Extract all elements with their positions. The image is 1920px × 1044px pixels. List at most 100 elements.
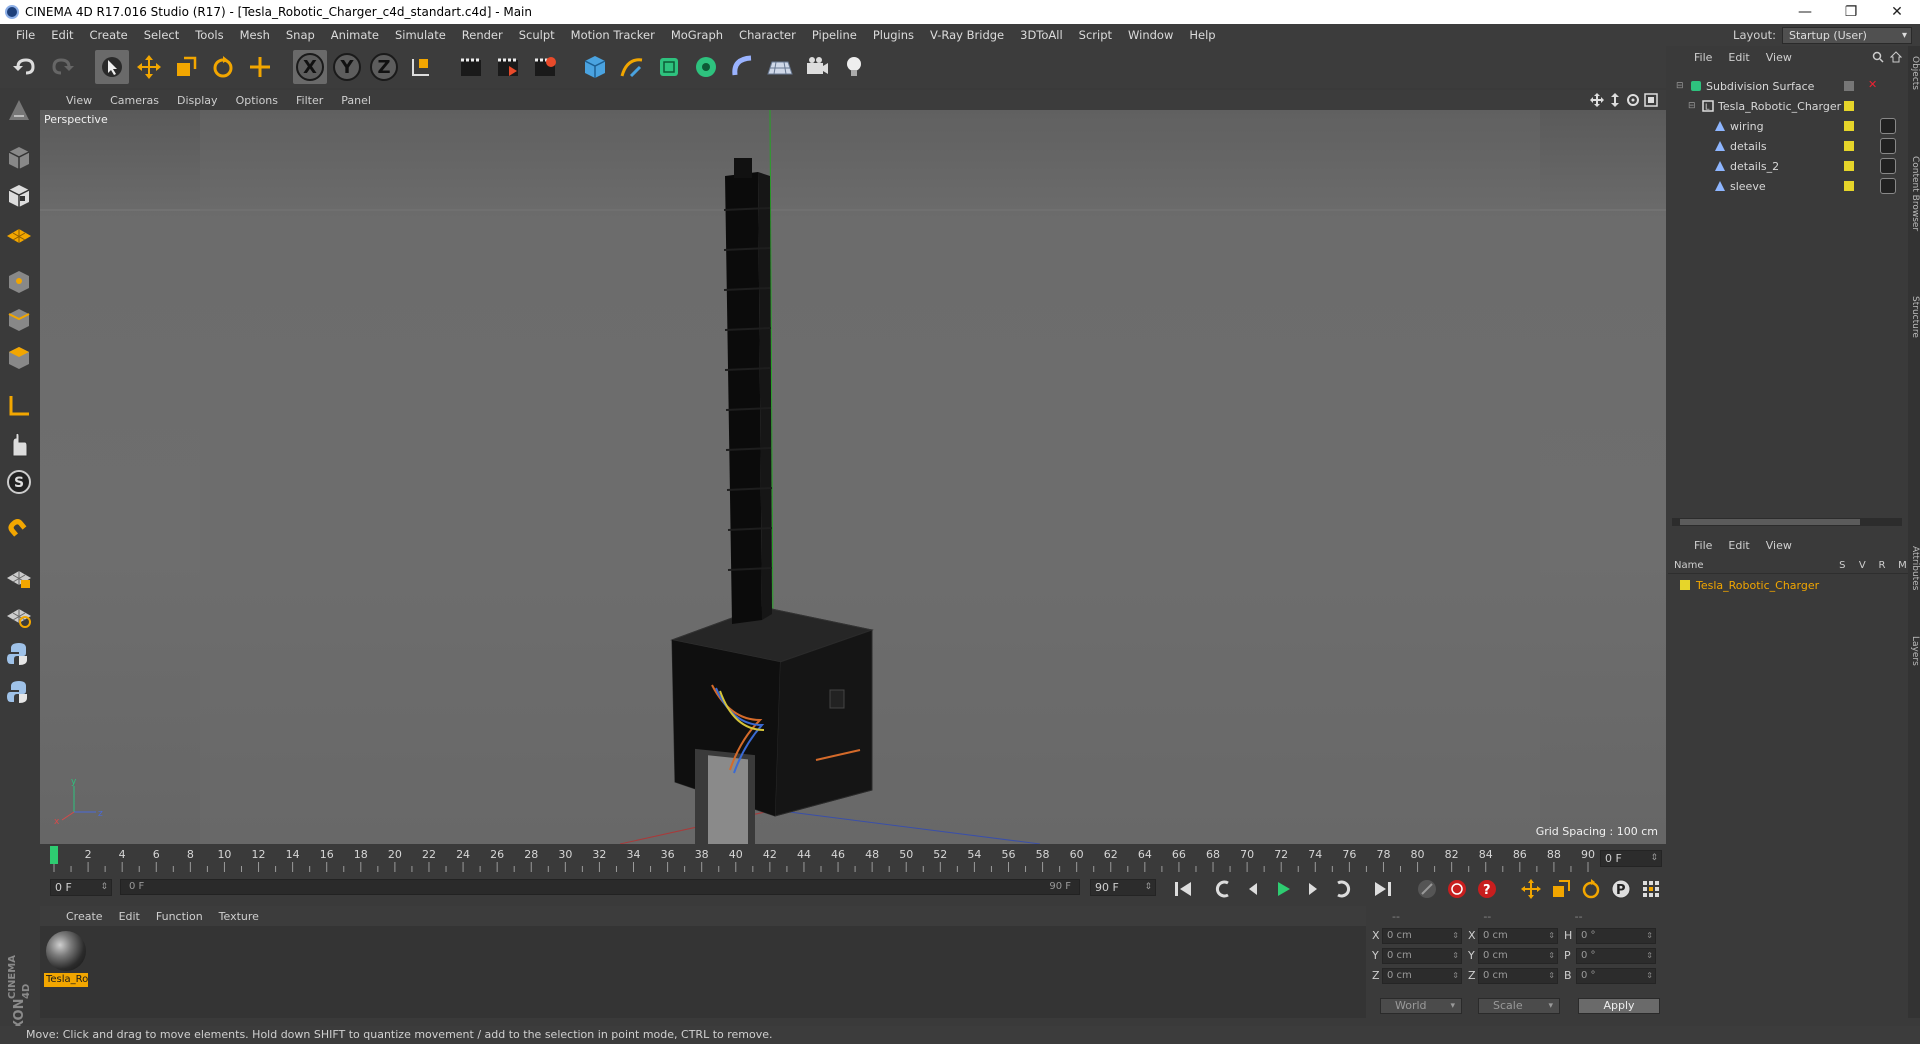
viewport-menu-cameras[interactable]: Cameras (110, 94, 169, 107)
material-menu-texture[interactable]: Texture (219, 910, 259, 923)
rotate-tool-icon[interactable] (206, 50, 240, 84)
restore-button[interactable]: ❐ (1828, 0, 1874, 24)
material-tag-icon[interactable] (1880, 178, 1896, 194)
menu-script[interactable]: Script (1071, 28, 1120, 42)
x-axis-lock-icon[interactable]: X (293, 50, 327, 84)
menu-mesh[interactable]: Mesh (232, 28, 278, 42)
collapse-icon[interactable]: ⊟ (1676, 81, 1686, 91)
tab-content-browser[interactable]: Content Browser (1908, 156, 1920, 231)
playhead-marker[interactable] (50, 846, 58, 864)
menu-plugins[interactable]: Plugins (865, 28, 922, 42)
tab-attributes[interactable]: Attributes (1908, 546, 1920, 590)
search-icon[interactable] (1872, 51, 1884, 63)
cube-object-icon[interactable] (578, 50, 612, 84)
light-icon[interactable] (837, 50, 871, 84)
menu-simulate[interactable]: Simulate (387, 28, 454, 42)
menu-create[interactable]: Create (82, 28, 136, 42)
render-view-icon[interactable] (454, 50, 488, 84)
points-mode-icon[interactable] (3, 266, 35, 298)
material-menu-function[interactable]: Function (156, 910, 203, 923)
layer-color-swatch[interactable] (1680, 580, 1690, 590)
key-parameter-icon[interactable]: P (1608, 876, 1634, 902)
move-tool-icon[interactable] (132, 50, 166, 84)
viewport-menu-panel[interactable]: Panel (341, 94, 381, 107)
snap-magnet-icon[interactable] (3, 514, 35, 546)
tab-objects[interactable]: Objects (1908, 56, 1920, 90)
layer-color-swatch[interactable] (1844, 121, 1854, 131)
next-frame-icon[interactable] (1300, 876, 1326, 902)
disable-checkmark-icon[interactable]: ✕ (1868, 78, 1877, 91)
pan-view-icon[interactable] (1590, 93, 1604, 107)
layer-color-swatch[interactable] (1844, 141, 1854, 151)
cloner-icon[interactable] (689, 50, 723, 84)
tweak-mode-icon[interactable] (3, 428, 35, 460)
viewport-menu-display[interactable]: Display (177, 94, 228, 107)
material-menu-edit[interactable]: Edit (119, 910, 140, 923)
layer-menu-edit[interactable]: Edit (1728, 539, 1749, 552)
menu-sculpt[interactable]: Sculpt (511, 28, 563, 42)
scale-tool-icon[interactable] (169, 50, 203, 84)
axis-mode-icon[interactable] (3, 390, 35, 422)
tab-structure[interactable]: Structure (1908, 296, 1920, 338)
z-axis-lock-icon[interactable]: Z (367, 50, 401, 84)
record-keys-icon[interactable] (1414, 876, 1440, 902)
layer-color-swatch[interactable] (1844, 81, 1854, 91)
collapse-icon[interactable]: ⊟ (1688, 101, 1698, 111)
key-scale-icon[interactable] (1548, 876, 1574, 902)
deformer-icon[interactable] (726, 50, 760, 84)
camera-icon[interactable] (800, 50, 834, 84)
workplane-lock-icon[interactable] (3, 562, 35, 594)
y-axis-lock-icon[interactable]: Y (330, 50, 364, 84)
layer-color-swatch[interactable] (1844, 101, 1854, 111)
python-script-icon[interactable] (3, 638, 35, 670)
current-frame-field[interactable]: 0 F (1600, 850, 1662, 867)
object-row-sleeve[interactable]: sleeve (1668, 176, 1908, 196)
layer-color-swatch[interactable] (1844, 161, 1854, 171)
workplane-rotate-icon[interactable] (3, 600, 35, 632)
key-rotation-icon[interactable] (1578, 876, 1604, 902)
menu-character[interactable]: Character (731, 28, 804, 42)
spline-pen-icon[interactable] (615, 50, 649, 84)
material-tag-icon[interactable] (1880, 118, 1896, 134)
select-arrow-icon[interactable] (95, 50, 129, 84)
model-mode-icon[interactable] (3, 142, 35, 174)
close-button[interactable]: ✕ (1874, 0, 1920, 24)
menu-vray-bridge[interactable]: V-Ray Bridge (922, 28, 1012, 42)
menu-select[interactable]: Select (136, 28, 187, 42)
previous-key-icon[interactable] (1210, 876, 1236, 902)
subdivision-surface-icon[interactable] (652, 50, 686, 84)
texture-mode-icon[interactable] (3, 180, 35, 212)
object-row-details[interactable]: details (1668, 136, 1908, 156)
position-x-field[interactable]: 0 cm (1382, 928, 1462, 944)
material-swatch[interactable]: Tesla_Ro (44, 931, 88, 989)
menu-animate[interactable]: Animate (323, 28, 387, 42)
material-tag-icon[interactable] (1880, 158, 1896, 174)
go-to-end-icon[interactable] (1370, 876, 1396, 902)
coordinate-mode-dropdown[interactable]: World (1380, 998, 1462, 1014)
rotate-view-icon[interactable] (1626, 93, 1640, 107)
3d-viewport[interactable]: y z x Perspective Grid Spacing : 100 cm (40, 110, 1666, 844)
key-pla-icon[interactable] (1638, 876, 1664, 902)
object-row-wiring[interactable]: wiring (1668, 116, 1908, 136)
rotation-h-field[interactable]: 0 ° (1576, 928, 1656, 944)
rotation-p-field[interactable]: 0 ° (1576, 948, 1656, 964)
zoom-view-icon[interactable] (1608, 93, 1622, 107)
size-y-field[interactable]: 0 cm (1478, 948, 1558, 964)
rotation-b-field[interactable]: 0 ° (1576, 968, 1656, 984)
layer-color-swatch[interactable] (1844, 181, 1854, 191)
layout-dropdown[interactable]: Startup (User) (1782, 26, 1912, 44)
home-icon[interactable] (1890, 51, 1902, 63)
edges-mode-icon[interactable] (3, 304, 35, 336)
previous-frame-icon[interactable] (1240, 876, 1266, 902)
next-key-icon[interactable] (1330, 876, 1356, 902)
menu-render[interactable]: Render (454, 28, 511, 42)
layer-row[interactable]: Tesla_Robotic_Charger (1668, 576, 1908, 594)
preview-range-slider[interactable]: 0 F 90 F (120, 879, 1080, 895)
viewport-menu-options[interactable]: Options (236, 94, 288, 107)
menu-snap[interactable]: Snap (278, 28, 323, 42)
workplane-mode-icon[interactable] (3, 218, 35, 250)
menu-motion-tracker[interactable]: Motion Tracker (563, 28, 663, 42)
minimize-button[interactable]: — (1782, 0, 1828, 24)
coordinate-system-icon[interactable] (404, 50, 438, 84)
object-menu-file[interactable]: File (1694, 51, 1712, 64)
